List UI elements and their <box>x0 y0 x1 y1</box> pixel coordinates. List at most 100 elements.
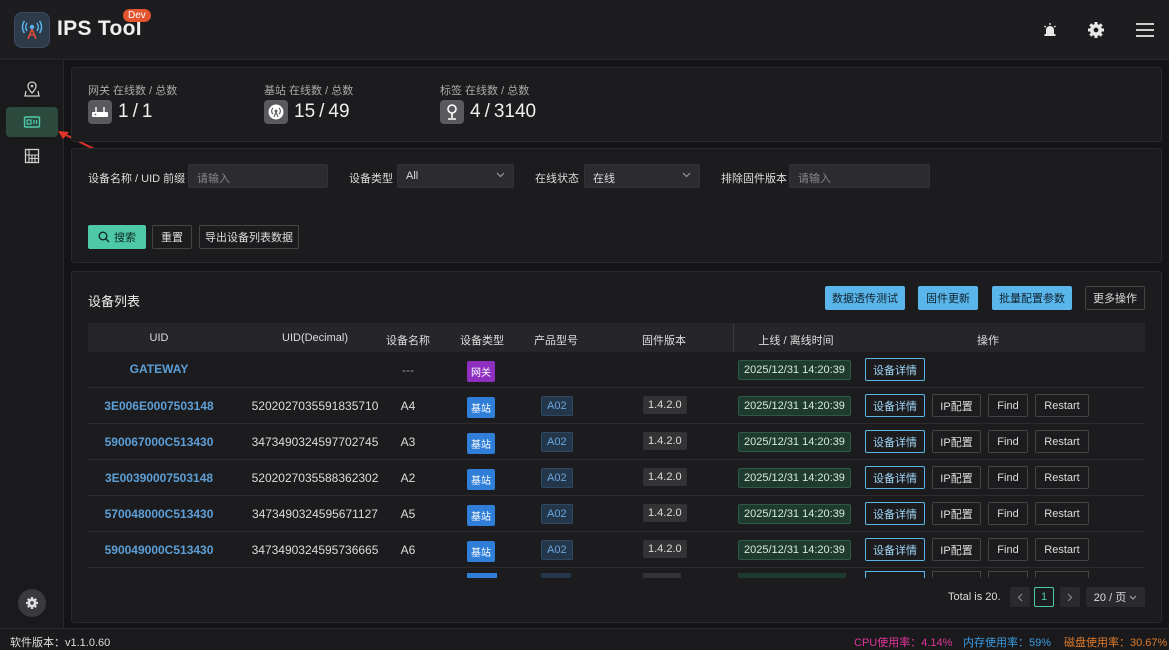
tag-icon <box>440 100 464 124</box>
ip-config-button[interactable]: IP配置 <box>932 466 981 489</box>
device-detail-button[interactable]: 设备详情 <box>865 394 925 417</box>
export-button[interactable]: 导出设备列表数据 <box>199 225 299 249</box>
stat-gateway-total: 1 <box>141 101 153 122</box>
find-button[interactable]: Find <box>988 394 1028 417</box>
sidebar-item-devices[interactable] <box>6 107 58 137</box>
cpu-usage: CPU使用率：4.14% <box>854 637 953 649</box>
gear-icon[interactable] <box>1085 19 1107 41</box>
row-uid[interactable]: 3E00390007503148 <box>88 471 230 485</box>
row-uid-decimal: 3473490324595736665 <box>251 543 379 557</box>
table-row: 590049000C513430 3473490324595736665 A6 … <box>88 532 1145 568</box>
disk-usage: 磁盘使用率：30.67% <box>1064 637 1168 649</box>
online-time-badge: 2025/12/31 14:20:39 <box>738 432 851 452</box>
device-type-select[interactable]: All <box>397 164 514 188</box>
stat-tag-online: 4 <box>470 101 481 122</box>
antenna-icon <box>264 100 288 124</box>
model-badge: A02 <box>541 396 573 416</box>
filter-name-label: 设备名称 / UID 前缀 <box>88 173 186 185</box>
next-page-button[interactable] <box>1060 587 1080 607</box>
online-time-badge: 2025/12/31 14:20:39 <box>738 540 851 560</box>
chevron-right-icon <box>1067 593 1073 601</box>
ip-config-button[interactable]: IP配置 <box>932 502 981 525</box>
row-uid[interactable]: GATEWAY <box>88 362 230 376</box>
alarm-icon[interactable] <box>1039 19 1061 41</box>
ip-config-button[interactable]: IP配置 <box>932 538 981 561</box>
row-name: A5 <box>400 507 416 521</box>
find-button[interactable]: Find <box>988 538 1028 561</box>
row-uid[interactable]: 590049000C513430 <box>88 543 230 557</box>
row-uid[interactable]: 3E006E0007503148 <box>88 399 230 413</box>
page-size-select[interactable]: 20 / 页 <box>1086 587 1145 607</box>
sidebar-item-map[interactable] <box>6 74 58 104</box>
device-detail-button[interactable]: 设备详情 <box>865 538 925 561</box>
menu-icon[interactable] <box>1134 19 1156 41</box>
model-badge: A02 <box>541 504 573 524</box>
restart-button[interactable]: Restart <box>1035 538 1089 561</box>
stat-gateway-online: 1 <box>118 101 129 122</box>
col-product-model: 产品型号 <box>534 335 578 347</box>
stat-gateway: 网关 在线数 / 总数 1/1 <box>88 85 178 124</box>
more-actions-button[interactable]: 更多操作 <box>1085 286 1145 310</box>
device-detail-button[interactable]: 设备详情 <box>865 430 925 453</box>
device-detail-button[interactable]: 设备详情 <box>865 358 925 381</box>
device-detail-button[interactable]: 设备详情 <box>865 502 925 525</box>
ip-config-button[interactable]: IP配置 <box>932 394 981 417</box>
device-list-panel: 设备列表 数据透传测试 固件更新 批量配置参数 更多操作 UID UID(Dec… <box>71 271 1162 623</box>
table-row: 590067000C513430 3473490324597702745 A3 … <box>88 424 1145 460</box>
filter-type-label: 设备类型 <box>349 173 393 185</box>
row-name: A3 <box>400 435 416 449</box>
batch-config-button[interactable]: 批量配置参数 <box>992 286 1072 310</box>
ip-config-button[interactable]: IP配置 <box>932 430 981 453</box>
stat-basestation-online: 15 <box>294 101 316 122</box>
type-badge: 基站 <box>467 541 495 562</box>
firmware-badge: 1.4.2.0 <box>643 468 687 486</box>
status-bar: 软件版本：v1.1.0.60 CPU使用率：4.14% 内存使用率：59% 磁盘… <box>0 628 1169 650</box>
sidebar-item-building[interactable] <box>6 141 58 171</box>
app-logo <box>14 12 50 48</box>
restart-button[interactable]: Restart <box>1035 394 1089 417</box>
col-firmware: 固件版本 <box>642 335 686 347</box>
restart-button[interactable]: Restart <box>1035 502 1089 525</box>
stat-tag-total: 3140 <box>493 101 537 122</box>
online-time-badge: 2025/12/31 14:20:39 <box>738 396 851 416</box>
prev-page-button[interactable] <box>1010 587 1030 607</box>
find-button[interactable]: Find <box>988 502 1028 525</box>
model-badge: A02 <box>541 432 573 452</box>
restart-button[interactable]: Restart <box>1035 430 1089 453</box>
model-badge: A02 <box>541 540 573 560</box>
pagination-total: Total is 20. <box>948 591 1001 603</box>
row-uid[interactable]: 570048000C513430 <box>88 507 230 521</box>
reset-button[interactable]: 重置 <box>152 225 192 249</box>
col-uid: UID <box>149 332 169 344</box>
dev-badge: Dev <box>123 9 151 22</box>
find-button[interactable]: Find <box>988 430 1028 453</box>
type-badge: 基站 <box>467 505 495 526</box>
firmware-badge: 1.4.2.0 <box>643 432 687 450</box>
find-button[interactable]: Find <box>988 466 1028 489</box>
row-uid[interactable]: 590067000C513430 <box>88 435 230 449</box>
page-number-button[interactable]: 1 <box>1034 587 1054 607</box>
gear-icon <box>26 597 38 609</box>
row-uid-decimal: 5202027035588362302 <box>251 471 379 485</box>
search-button[interactable]: 搜索 <box>88 225 146 249</box>
sidebar <box>0 61 64 628</box>
chevron-left-icon <box>1017 593 1023 601</box>
online-status-select[interactable]: 在线 <box>584 164 700 188</box>
memory-usage: 内存使用率：59% <box>963 637 1052 649</box>
filter-fw-label: 排除固件版本 <box>721 173 787 185</box>
chevron-down-icon <box>682 172 691 178</box>
antenna-icon <box>21 20 43 40</box>
row-uid-decimal: 3473490324597702745 <box>251 435 379 449</box>
online-time-badge: 2025/12/31 14:20:39 <box>738 360 851 380</box>
firmware-update-button[interactable]: 固件更新 <box>918 286 978 310</box>
settings-button[interactable] <box>18 589 46 617</box>
building-icon <box>24 148 40 164</box>
restart-button[interactable]: Restart <box>1035 466 1089 489</box>
device-detail-button[interactable]: 设备详情 <box>865 466 925 489</box>
name-uid-input[interactable]: 请输入 <box>188 164 328 188</box>
model-badge: A02 <box>541 468 573 488</box>
firmware-badge: 1.4.2.0 <box>643 540 687 558</box>
passthrough-test-button[interactable]: 数据透传测试 <box>825 286 905 310</box>
exclude-fw-input[interactable]: 请输入 <box>789 164 930 188</box>
row-uid-decimal: 5202027035591835710 <box>251 399 379 413</box>
